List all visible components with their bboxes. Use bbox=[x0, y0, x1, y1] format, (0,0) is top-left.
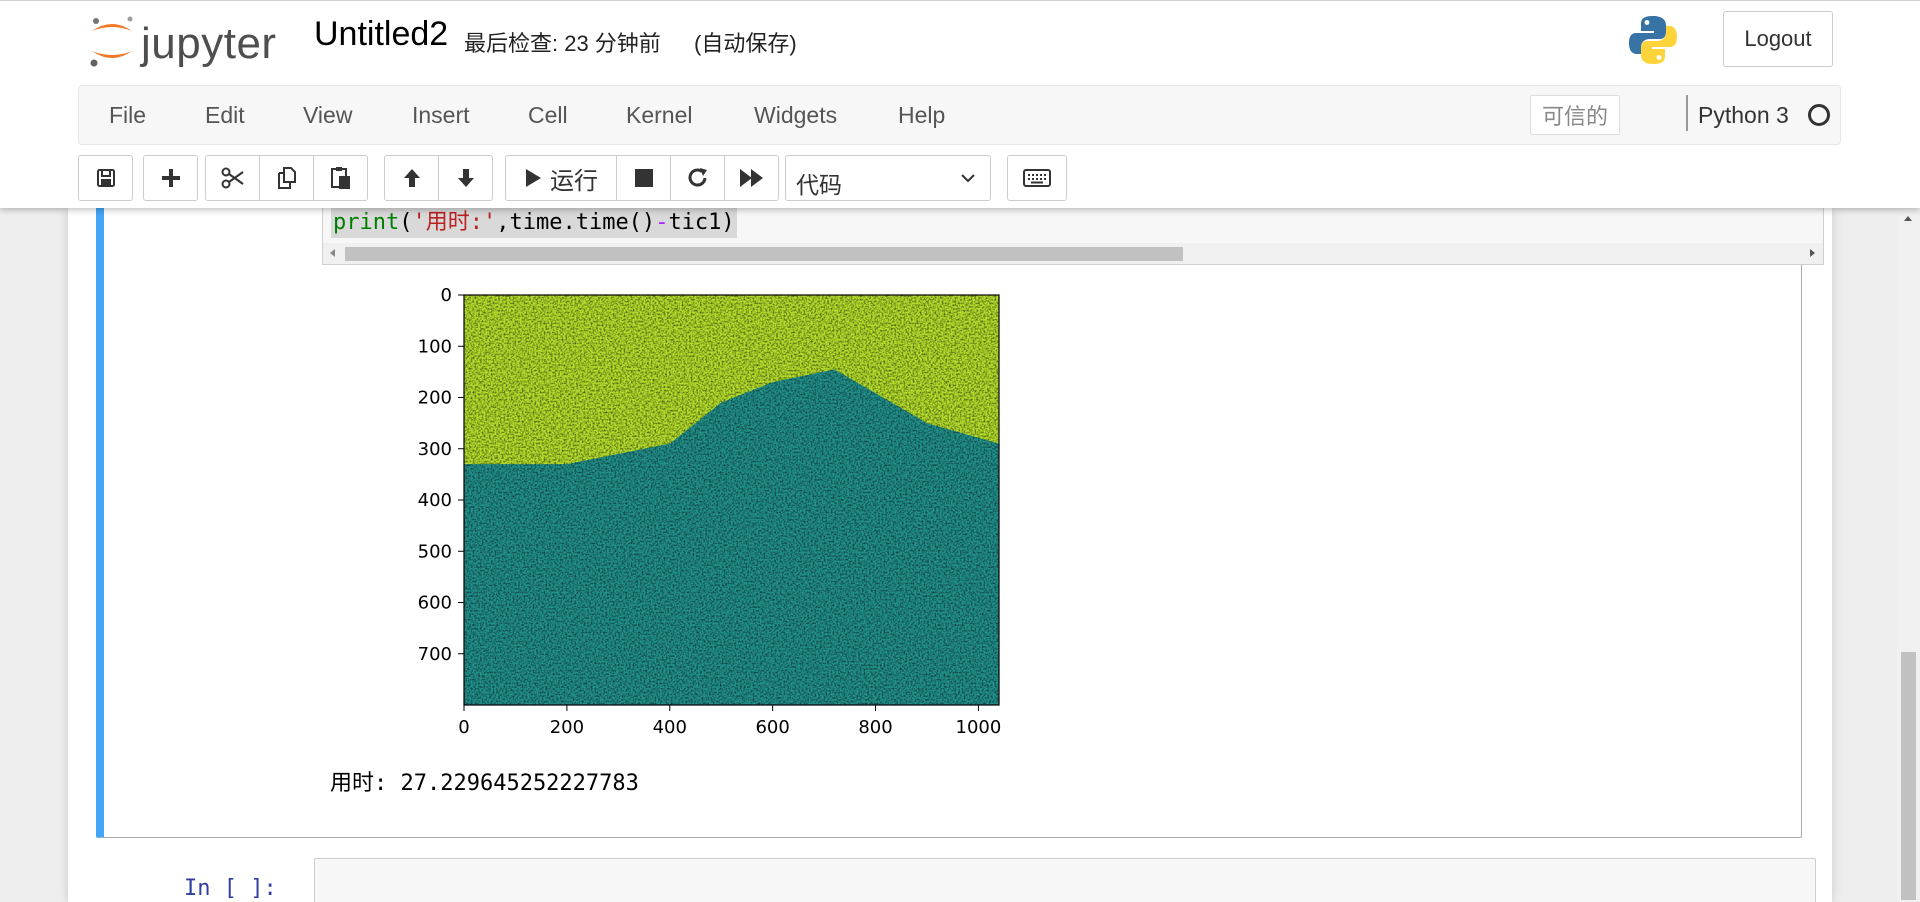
paste-button[interactable] bbox=[313, 155, 368, 201]
menu-bar: File Edit View Insert Cell Kernel Widget… bbox=[78, 85, 1841, 145]
y-tick-label: 600 bbox=[418, 593, 452, 614]
x-tick-label: 200 bbox=[550, 717, 584, 738]
vertical-scrollbar[interactable] bbox=[1897, 208, 1920, 902]
x-tick-label: 400 bbox=[653, 717, 687, 738]
y-tick-label: 100 bbox=[418, 336, 452, 357]
keyboard-icon bbox=[1023, 169, 1051, 187]
x-tick-label: 600 bbox=[755, 717, 789, 738]
jupyter-logo-icon bbox=[90, 16, 133, 67]
autosave-status: (自动保存) bbox=[694, 31, 797, 56]
heatmap-image bbox=[464, 295, 999, 705]
paste-icon bbox=[330, 167, 350, 189]
copy-icon bbox=[277, 167, 296, 189]
y-tick-label: 500 bbox=[418, 541, 452, 562]
code-input-area-empty[interactable] bbox=[314, 858, 1816, 902]
restart-icon bbox=[688, 168, 707, 187]
notebook-header: jupyter Untitled2 最后检查: 23 分钟前 (自动保存) Lo… bbox=[0, 0, 1920, 208]
run-group: 运行 bbox=[505, 155, 779, 201]
code-input-area[interactable]: print('用时:',time.time()-tic1) bbox=[322, 199, 1824, 265]
scroll-up-arrow-icon[interactable] bbox=[1904, 216, 1912, 221]
scroll-left-arrow-icon[interactable] bbox=[330, 249, 335, 257]
y-tick-label: 0 bbox=[441, 285, 452, 306]
x-tick-label: 0 bbox=[458, 717, 469, 738]
cell-type-value: 代码 bbox=[796, 172, 842, 198]
chevron-down-icon bbox=[961, 174, 975, 183]
cell-type-select[interactable]: 代码 bbox=[785, 155, 991, 201]
menu-view[interactable]: View bbox=[303, 102, 352, 129]
scroll-right-arrow-icon[interactable] bbox=[1810, 249, 1815, 257]
move-down-button[interactable] bbox=[438, 155, 493, 201]
arrow-up-icon bbox=[403, 169, 420, 187]
interrupt-button[interactable] bbox=[616, 155, 671, 201]
x-axis: 0 200 400 600 800 1000 bbox=[458, 705, 1001, 738]
input-prompt: In [ ]: bbox=[184, 876, 277, 901]
logout-button[interactable]: Logout bbox=[1723, 11, 1833, 67]
edit-group bbox=[205, 155, 368, 201]
vertical-scroll-thumb[interactable] bbox=[1901, 652, 1916, 900]
save-button[interactable] bbox=[78, 155, 133, 201]
move-up-button[interactable] bbox=[384, 155, 439, 201]
notebook-title[interactable]: Untitled2 bbox=[314, 15, 448, 54]
code-cell-empty[interactable]: In [ ]: bbox=[96, 848, 1816, 902]
plus-icon bbox=[161, 169, 180, 187]
x-tick-label: 1000 bbox=[956, 717, 1002, 738]
code-token-minus: - bbox=[655, 210, 669, 235]
cut-button[interactable] bbox=[205, 155, 260, 201]
menu-file[interactable]: File bbox=[109, 102, 146, 129]
move-group bbox=[384, 155, 493, 201]
menu-kernel[interactable]: Kernel bbox=[626, 102, 692, 129]
checkpoint-status: 最后检查: 23 分钟前 bbox=[464, 31, 661, 56]
code-token-paren: ( bbox=[399, 210, 413, 235]
toolbar: 运行 代码 bbox=[78, 155, 1078, 201]
notebook-container: print('用时:',time.time()-tic1) 0 200 400 … bbox=[68, 198, 1832, 902]
insert-cell-button[interactable] bbox=[143, 155, 198, 201]
trusted-badge[interactable]: 可信的 bbox=[1530, 95, 1620, 135]
x-tick-label: 800 bbox=[858, 717, 892, 738]
python-logo-icon bbox=[1626, 13, 1680, 67]
menu-insert[interactable]: Insert bbox=[412, 102, 470, 129]
restart-run-all-button[interactable] bbox=[724, 155, 779, 201]
cell-output-text: 用时: 27.229645252227783 bbox=[330, 771, 639, 796]
menu-cell[interactable]: Cell bbox=[528, 102, 568, 129]
jupyter-wordmark: jupyter bbox=[141, 19, 277, 68]
fast-forward-icon bbox=[739, 169, 763, 187]
kernel-idle-indicator-icon bbox=[1808, 104, 1830, 126]
kernel-name[interactable]: Python 3 bbox=[1698, 102, 1789, 129]
arrow-down-icon bbox=[457, 169, 474, 187]
insert-group bbox=[143, 155, 198, 201]
play-icon bbox=[526, 169, 541, 187]
run-button[interactable]: 运行 bbox=[505, 155, 617, 201]
menu-widgets[interactable]: Widgets bbox=[754, 102, 837, 129]
scissors-icon bbox=[221, 167, 244, 189]
stop-icon bbox=[634, 169, 653, 187]
y-tick-label: 400 bbox=[418, 490, 452, 511]
heatmap-plot: 0 200 400 600 800 1000 0 100 200 300 400 500 600 700 bbox=[418, 285, 1002, 738]
y-tick-label: 300 bbox=[418, 439, 452, 460]
y-tick-label: 700 bbox=[418, 644, 452, 665]
restart-button[interactable] bbox=[670, 155, 725, 201]
y-tick-label: 200 bbox=[418, 388, 452, 409]
menu-edit[interactable]: Edit bbox=[205, 102, 245, 129]
code-token-var: tic1) bbox=[668, 210, 735, 235]
code-cell-selected[interactable]: print('用时:',time.time()-tic1) 0 200 400 … bbox=[96, 198, 1824, 838]
run-button-label: 运行 bbox=[550, 167, 598, 195]
header-row: jupyter Untitled2 最后检查: 23 分钟前 (自动保存) Lo… bbox=[0, 1, 1920, 85]
horizontal-scrollbar[interactable] bbox=[323, 243, 1823, 264]
code-token-call: ,time.time() bbox=[496, 210, 656, 235]
y-axis: 0 100 200 300 400 500 600 700 bbox=[418, 285, 464, 665]
kernel-divider bbox=[1686, 95, 1688, 131]
menu-help[interactable]: Help bbox=[898, 102, 945, 129]
jupyter-logo[interactable]: jupyter bbox=[86, 13, 286, 69]
code-token-string: '用时:' bbox=[412, 210, 497, 235]
copy-button[interactable] bbox=[259, 155, 314, 201]
floppy-disk-icon bbox=[96, 169, 115, 187]
save-group bbox=[78, 155, 133, 201]
code-token-print: print bbox=[333, 210, 400, 235]
command-palette-button[interactable] bbox=[1007, 155, 1067, 201]
horizontal-scroll-thumb[interactable] bbox=[345, 247, 1183, 261]
